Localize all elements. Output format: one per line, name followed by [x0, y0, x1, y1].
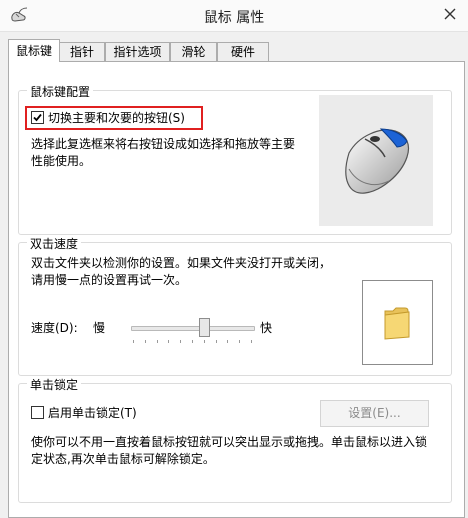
slider-tick	[203, 340, 205, 343]
double-click-title: 双击速度	[27, 235, 82, 252]
tab-hardware[interactable]: 硬件	[217, 42, 269, 61]
double-click-group: 双击速度 双击文件夹以检测你的设置。如果文件夹没打开或关闭，请用慢一点的设置再试…	[18, 235, 452, 376]
title-bar: 鼠标 属性	[0, 0, 468, 32]
slider-tick	[251, 340, 252, 343]
button-config-group: 鼠标键配置 切换主要和次要的按钮(S) 选择此复选框来将右按钮设成如选择和拖放等…	[18, 83, 452, 235]
speed-slider-thumb[interactable]	[199, 318, 211, 337]
slider-tick	[144, 340, 146, 343]
tab-mouse-buttons[interactable]: 鼠标键	[8, 39, 60, 62]
checkmark-icon	[33, 113, 42, 122]
button-config-title: 鼠标键配置	[27, 83, 94, 100]
switch-buttons-checkbox[interactable]	[31, 111, 44, 124]
slow-label: 慢	[93, 321, 106, 335]
tab-wheel[interactable]: 滑轮	[170, 42, 217, 61]
speed-label: 速度(D):	[31, 321, 78, 335]
slider-tick	[180, 340, 182, 343]
double-click-test-area[interactable]	[362, 280, 433, 365]
click-lock-description: 使你可以不用一直按着鼠标按钮就可以突出显示或拖拽。单击鼠标以进入锁定状态,再次单…	[31, 435, 428, 466]
slider-tick	[168, 340, 170, 343]
slider-tick	[156, 340, 158, 343]
switch-buttons-label: 切换主要和次要的按钮(S)	[48, 111, 185, 125]
click-lock-checkbox[interactable]	[31, 406, 44, 419]
switch-buttons-option[interactable]: 切换主要和次要的按钮(S)	[31, 110, 185, 127]
tab-page: 鼠标键配置 切换主要和次要的按钮(S) 选择此复选框来将右按钮设成如选择和拖放等…	[8, 61, 465, 518]
close-button[interactable]	[438, 3, 464, 25]
mouse-illustration-icon	[345, 128, 410, 194]
click-lock-settings-button[interactable]: 设置(E)...	[320, 400, 429, 427]
tab-pointer-options[interactable]: 指针选项	[105, 42, 170, 61]
double-click-description: 双击文件夹以检测你的设置。如果文件夹没打开或关闭，请用慢一点的设置再试一次。	[31, 256, 332, 287]
tab-pointers[interactable]: 指针	[59, 42, 105, 61]
slider-tick	[192, 340, 193, 343]
slider-tick	[215, 340, 217, 343]
click-lock-label: 启用单击锁定(T)	[48, 406, 137, 420]
window-title: 鼠标 属性	[203, 10, 265, 26]
switch-buttons-description: 选择此复选框来将右按钮设成如选择和拖放等主要性能使用。	[31, 137, 296, 168]
speed-slider-track[interactable]	[131, 326, 255, 331]
mouse-illustration	[319, 95, 433, 226]
click-lock-group: 单击锁定 启用单击锁定(T) 设置(E)... 使你可以不用一直按着鼠标按钮就可…	[18, 376, 452, 503]
slider-tick	[239, 340, 241, 343]
folder-icon	[384, 307, 410, 340]
fast-label: 快	[260, 321, 273, 335]
click-lock-title: 单击锁定	[27, 376, 82, 393]
slider-tick	[227, 340, 229, 343]
slider-tick	[133, 340, 134, 343]
click-lock-option[interactable]: 启用单击锁定(T)	[31, 405, 137, 422]
